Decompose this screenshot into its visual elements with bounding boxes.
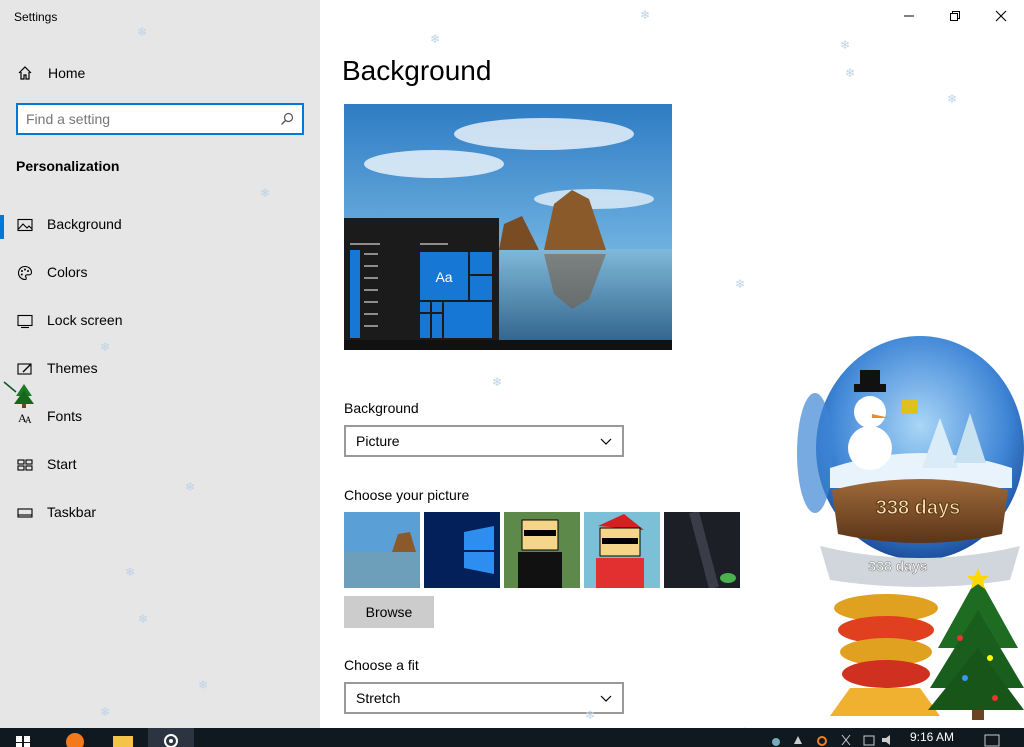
taskbar-file-explorer[interactable] <box>100 728 146 747</box>
santa-cartoon-thumbnail-image <box>584 512 660 588</box>
sidebar-item-label: Themes <box>47 360 98 376</box>
sidebar-item-label: Home <box>48 65 86 81</box>
search-input[interactable] <box>26 110 266 128</box>
snowflake-icon: ❄ <box>640 8 651 22</box>
sidebar-item-label: Colors <box>47 264 88 280</box>
maximize-button[interactable] <box>932 0 978 32</box>
sidebar-item-label: Background <box>47 216 122 232</box>
restore-icon <box>950 11 960 21</box>
snowflake-icon: ❄ <box>138 612 149 626</box>
taskbar-firefox[interactable] <box>52 728 98 747</box>
chevron-down-icon <box>600 695 612 702</box>
snow-globe-image: 338 days 338 days <box>797 336 1024 720</box>
windows-thumbnail-image <box>424 512 500 588</box>
themes-icon <box>17 363 32 375</box>
picture-thumbnail[interactable] <box>504 512 580 588</box>
sidebar-item-colors[interactable]: Colors <box>0 253 320 293</box>
choose-picture-label: Choose your picture <box>344 487 470 503</box>
app-title: Settings <box>14 10 58 24</box>
snowflake-icon: ❄ <box>845 66 856 80</box>
close-button[interactable] <box>978 0 1024 32</box>
sidebar-item-label: Lock screen <box>47 312 123 328</box>
windows-icon <box>16 736 30 747</box>
close-icon <box>995 10 1007 22</box>
snowflake-icon: ❄ <box>100 705 111 719</box>
picture-icon <box>17 218 33 232</box>
sidebar-item-background[interactable]: Background <box>0 205 320 245</box>
section-title: Personalization <box>16 158 120 174</box>
lock-screen-icon <box>17 314 33 329</box>
picture-thumbnail[interactable] <box>664 512 740 588</box>
snowflake-icon: ❄ <box>947 92 958 106</box>
days-counter-base-text: 338 days <box>868 558 927 574</box>
page-title: Background <box>342 55 492 86</box>
taskbar-settings[interactable] <box>148 728 194 747</box>
firefox-icon <box>66 733 84 747</box>
snowflake-icon: ❄ <box>735 277 746 291</box>
start-icon <box>17 459 33 471</box>
picture-thumbnail[interactable] <box>344 512 420 588</box>
sidebar-item-taskbar[interactable]: Taskbar <box>0 493 320 533</box>
snowflake-icon: ❄ <box>840 38 851 52</box>
sidebar-item-home[interactable]: Home <box>0 58 320 88</box>
home-icon <box>18 66 32 80</box>
background-type-value: Picture <box>356 433 400 449</box>
background-preview: Aa <box>344 104 672 350</box>
snowflake-icon: ❄ <box>430 32 441 46</box>
sidebar-item-themes[interactable]: Themes <box>0 349 320 389</box>
background-type-dropdown[interactable]: Picture <box>344 425 624 457</box>
preview-tile-text: Aa <box>435 269 452 285</box>
night-sky-thumbnail-image <box>664 512 740 588</box>
svg-text:A: A <box>25 415 32 425</box>
sidebar-item-label: Start <box>47 456 77 472</box>
picture-thumbnail[interactable] <box>584 512 660 588</box>
sidebar-item-label: Fonts <box>47 408 83 424</box>
snowflake-icon: ❄ <box>137 25 148 39</box>
snowflake-icon: ❄ <box>185 480 196 494</box>
choose-fit-label: Choose a fit <box>344 657 419 673</box>
notification-icon[interactable] <box>984 734 1000 747</box>
snowflake-icon: ❄ <box>585 708 596 722</box>
gear-icon <box>164 734 178 747</box>
system-tray-icons[interactable] <box>768 732 898 747</box>
browse-button[interactable]: Browse <box>344 596 434 628</box>
taskbar-clock[interactable]: 9:16 AM <box>910 730 954 744</box>
folder-icon <box>113 736 133 747</box>
preview-image: Aa <box>344 104 672 350</box>
palette-icon <box>17 265 33 281</box>
snow-globe-countdown-widget[interactable]: 338 days 338 days <box>790 318 1024 728</box>
fonts-icon: A A <box>18 411 32 425</box>
taskbar: 9:16 AM <box>0 728 1024 747</box>
fit-dropdown[interactable]: Stretch <box>344 682 624 714</box>
days-counter-text: 338 days <box>876 497 961 519</box>
chevron-down-icon <box>600 438 612 445</box>
picture-thumbnail[interactable] <box>424 512 500 588</box>
sidebar-item-start[interactable]: Start <box>0 445 320 485</box>
snowflake-icon: ❄ <box>198 678 209 692</box>
christmas-tree-icon <box>3 381 34 408</box>
search-box[interactable] <box>16 103 304 135</box>
snowflake-icon: ❄ <box>100 340 111 354</box>
taskbar-icon <box>17 508 33 518</box>
sidebar-item-lock-screen[interactable]: Lock screen <box>0 301 320 341</box>
start-button[interactable] <box>0 728 46 747</box>
fit-value: Stretch <box>356 690 401 706</box>
minimize-icon <box>904 15 914 17</box>
background-label: Background <box>344 400 419 416</box>
sidebar: Settings Home Personalization Background… <box>0 0 320 728</box>
snowflake-icon: ❄ <box>260 186 271 200</box>
snowflake-icon: ❄ <box>125 565 136 579</box>
sidebar-item-fonts[interactable]: A A Fonts <box>0 397 320 437</box>
search-icon[interactable] <box>280 112 294 126</box>
minimize-button[interactable] <box>886 0 932 32</box>
beach-thumbnail-image <box>344 512 420 588</box>
sidebar-item-label: Taskbar <box>47 504 97 520</box>
snowflake-icon: ❄ <box>492 375 503 389</box>
cartoon-thumbnail-image <box>504 512 580 588</box>
